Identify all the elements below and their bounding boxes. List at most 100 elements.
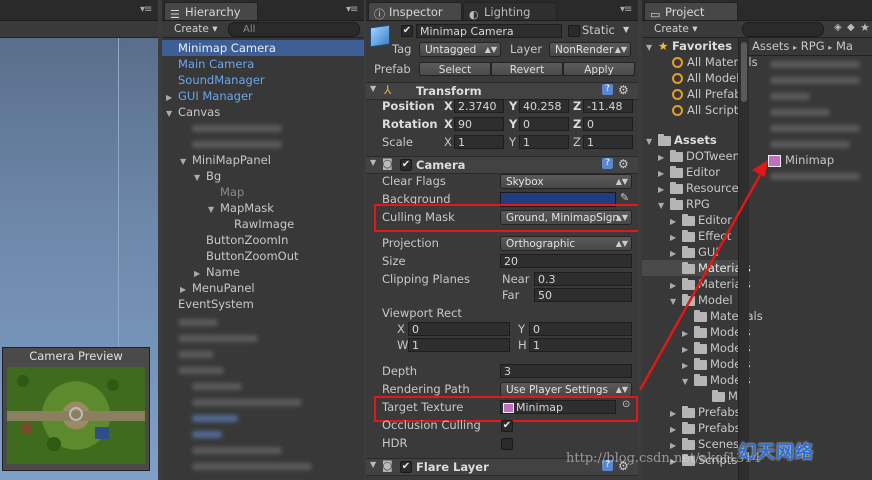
position-z-field[interactable]: -11.48 bbox=[583, 99, 633, 113]
eyedropper-icon[interactable]: ✎ bbox=[620, 191, 629, 204]
scale-x-field[interactable]: 1 bbox=[454, 135, 504, 149]
hierarchy-item-zoom-in[interactable]: ButtonZoomIn bbox=[206, 232, 288, 248]
rotation-y-field[interactable]: 0 bbox=[519, 117, 569, 131]
help-icon[interactable]: ? bbox=[602, 158, 613, 169]
rotation-z-field[interactable]: 0 bbox=[583, 117, 633, 131]
rpg-folder[interactable]: ▶ Effect bbox=[670, 228, 731, 244]
position-y-field[interactable]: 40.258 bbox=[519, 99, 569, 113]
collapse-arrow-icon[interactable]: ▼ bbox=[370, 84, 376, 93]
asset-folder[interactable]: ▼ RPG bbox=[658, 196, 710, 212]
favorite-item[interactable]: All Prefabs bbox=[672, 86, 748, 102]
viewport-h-field[interactable]: 1 bbox=[529, 338, 632, 352]
project-tab[interactable]: ▭ Project bbox=[644, 2, 738, 21]
rpg-folder[interactable]: ▼ Model bbox=[670, 292, 733, 308]
assets-header[interactable]: ▼ Assets bbox=[646, 132, 717, 148]
hierarchy-create-button[interactable]: Create ▾ bbox=[174, 22, 218, 36]
hierarchy-item-gui-manager[interactable]: ▶ GUI Manager bbox=[166, 88, 253, 104]
collapse-arrow-icon[interactable]: ▼ bbox=[180, 154, 192, 170]
hierarchy-item-minimap-camera[interactable]: Minimap Camera bbox=[178, 40, 276, 56]
prefab-apply-button[interactable]: Apply bbox=[563, 62, 635, 76]
rotation-x-field[interactable]: 90 bbox=[454, 117, 504, 131]
lighting-tab[interactable]: ◐ Lighting bbox=[463, 2, 557, 21]
near-field[interactable]: 0.3 bbox=[534, 272, 632, 286]
hierarchy-item-main-camera[interactable]: Main Camera bbox=[178, 56, 254, 72]
scale-z-field[interactable]: 1 bbox=[583, 135, 633, 149]
position-x-field[interactable]: 2.3740 bbox=[454, 99, 504, 113]
clear-flags-dropdown[interactable]: Skybox ▲▼ bbox=[500, 174, 632, 189]
help-icon[interactable]: ? bbox=[602, 84, 613, 95]
minimap-asset[interactable]: Minimap bbox=[768, 152, 834, 168]
rendering-path-dropdown[interactable]: Use Player Settings ▲▼ bbox=[500, 382, 632, 397]
inspector-menu-icon[interactable]: ▾≡ bbox=[620, 4, 632, 15]
hierarchy-item-map-mask[interactable]: ▼ MapMask bbox=[208, 200, 274, 216]
hierarchy-item-minimap-panel[interactable]: ▼ MiniMapPanel bbox=[180, 152, 271, 168]
camera-header[interactable]: ▼ ◙ ✔ Camera ? ⚙ bbox=[366, 156, 638, 174]
scale-y-field[interactable]: 1 bbox=[519, 135, 569, 149]
hierarchy-search-input[interactable]: All bbox=[228, 22, 360, 37]
gear-icon[interactable]: ⚙ bbox=[618, 83, 629, 97]
hierarchy-item-event-system[interactable]: EventSystem bbox=[178, 296, 254, 312]
prefab-select-button[interactable]: Select bbox=[419, 62, 491, 76]
project-tree-scrollbar[interactable] bbox=[738, 38, 749, 480]
occlusion-culling-checkbox[interactable]: ✔ bbox=[501, 420, 513, 432]
gear-icon[interactable]: ⚙ bbox=[618, 157, 629, 171]
hierarchy-item-map[interactable]: Map bbox=[220, 184, 244, 200]
collapse-arrow-icon[interactable]: ▼ bbox=[208, 202, 220, 218]
inspector-tab[interactable]: ⓘ Inspector bbox=[368, 2, 462, 21]
flare-layer-checkbox[interactable]: ✔ bbox=[400, 461, 412, 473]
hierarchy-menu-icon[interactable]: ▾≡ bbox=[346, 4, 358, 15]
projection-dropdown[interactable]: Orthographic ▲▼ bbox=[500, 236, 632, 251]
model-sub-folder[interactable]: M bbox=[712, 388, 738, 404]
scene-menu-icon[interactable]: ▾≡ bbox=[140, 4, 152, 15]
rpg-folder[interactable]: ▶ Prefabs bbox=[670, 420, 741, 436]
hierarchy-item-canvas[interactable]: ▼ Canvas bbox=[166, 104, 220, 120]
collapse-arrow-icon[interactable]: ▼ bbox=[646, 40, 658, 56]
project-create-button[interactable]: Create ▾ bbox=[654, 22, 698, 36]
collapse-arrow-icon[interactable]: ▼ bbox=[670, 294, 682, 310]
prefab-revert-button[interactable]: Revert bbox=[491, 62, 563, 76]
hierarchy-item-zoom-out[interactable]: ButtonZoomOut bbox=[206, 248, 299, 264]
rpg-folder[interactable]: ▶ GUI bbox=[670, 244, 719, 260]
hierarchy-tab[interactable]: ☰ Hierarchy bbox=[164, 2, 258, 21]
static-dropdown-icon[interactable]: ▼ bbox=[623, 25, 629, 34]
collapse-arrow-icon[interactable]: ▼ bbox=[370, 460, 376, 469]
asset-folder[interactable]: ▶ Resources bbox=[658, 180, 745, 196]
favorite-star-icon[interactable]: ★ bbox=[860, 21, 870, 34]
viewport-w-field[interactable]: 1 bbox=[408, 338, 510, 352]
camera-enabled-checkbox[interactable]: ✔ bbox=[400, 159, 412, 171]
hierarchy-item-bg[interactable]: ▼ Bg bbox=[194, 168, 221, 184]
favorite-item[interactable]: All Models bbox=[672, 70, 745, 86]
layer-dropdown[interactable]: NonRender ▲▼ bbox=[549, 42, 631, 57]
filter-type-icon[interactable]: ◈ bbox=[834, 22, 842, 33]
collapse-arrow-icon[interactable]: ▼ bbox=[682, 374, 694, 390]
filter-label-icon[interactable]: ◆ bbox=[847, 22, 855, 33]
hierarchy-item-menu-panel[interactable]: ▶ MenuPanel bbox=[180, 280, 255, 296]
hierarchy-item-name[interactable]: ▶ Name bbox=[194, 264, 240, 280]
depth-field[interactable]: 3 bbox=[500, 364, 632, 378]
asset-folder[interactable]: ▶ Editor bbox=[658, 164, 720, 180]
breadcrumb-item[interactable]: RPG bbox=[801, 39, 825, 53]
object-active-checkbox[interactable]: ✔ bbox=[401, 25, 413, 37]
favorite-item[interactable]: All Scripts bbox=[672, 102, 744, 118]
collapse-arrow-icon[interactable]: ▼ bbox=[370, 158, 376, 167]
collapse-arrow-icon[interactable]: ▼ bbox=[166, 106, 178, 122]
asset-folder[interactable]: ▶ DOTween bbox=[658, 148, 740, 164]
viewport-x-field[interactable]: 0 bbox=[408, 322, 510, 336]
object-name-field[interactable]: Minimap Camera bbox=[416, 24, 562, 38]
hierarchy-item-sound-manager[interactable]: SoundManager bbox=[178, 72, 265, 88]
collapse-arrow-icon[interactable]: ▼ bbox=[658, 198, 670, 214]
tag-dropdown[interactable]: Untagged ▲▼ bbox=[419, 42, 501, 57]
breadcrumb-item[interactable]: Assets bbox=[752, 39, 789, 53]
size-field[interactable]: 20 bbox=[500, 254, 632, 268]
scrollbar-thumb[interactable] bbox=[741, 42, 747, 102]
hierarchy-item-raw-image[interactable]: RawImage bbox=[234, 216, 294, 232]
breadcrumb-item[interactable]: Ma bbox=[836, 39, 853, 53]
model-folder[interactable]: Materials bbox=[694, 308, 763, 324]
collapse-arrow-icon[interactable]: ▼ bbox=[646, 134, 658, 150]
viewport-y-field[interactable]: 0 bbox=[529, 322, 632, 336]
far-field[interactable]: 50 bbox=[534, 288, 632, 302]
rpg-folder[interactable]: ▶ Editor bbox=[670, 212, 732, 228]
project-search-input[interactable] bbox=[742, 22, 824, 37]
favorites-header[interactable]: ▼ ★ Favorites bbox=[646, 38, 732, 54]
hdr-checkbox[interactable] bbox=[501, 438, 513, 450]
